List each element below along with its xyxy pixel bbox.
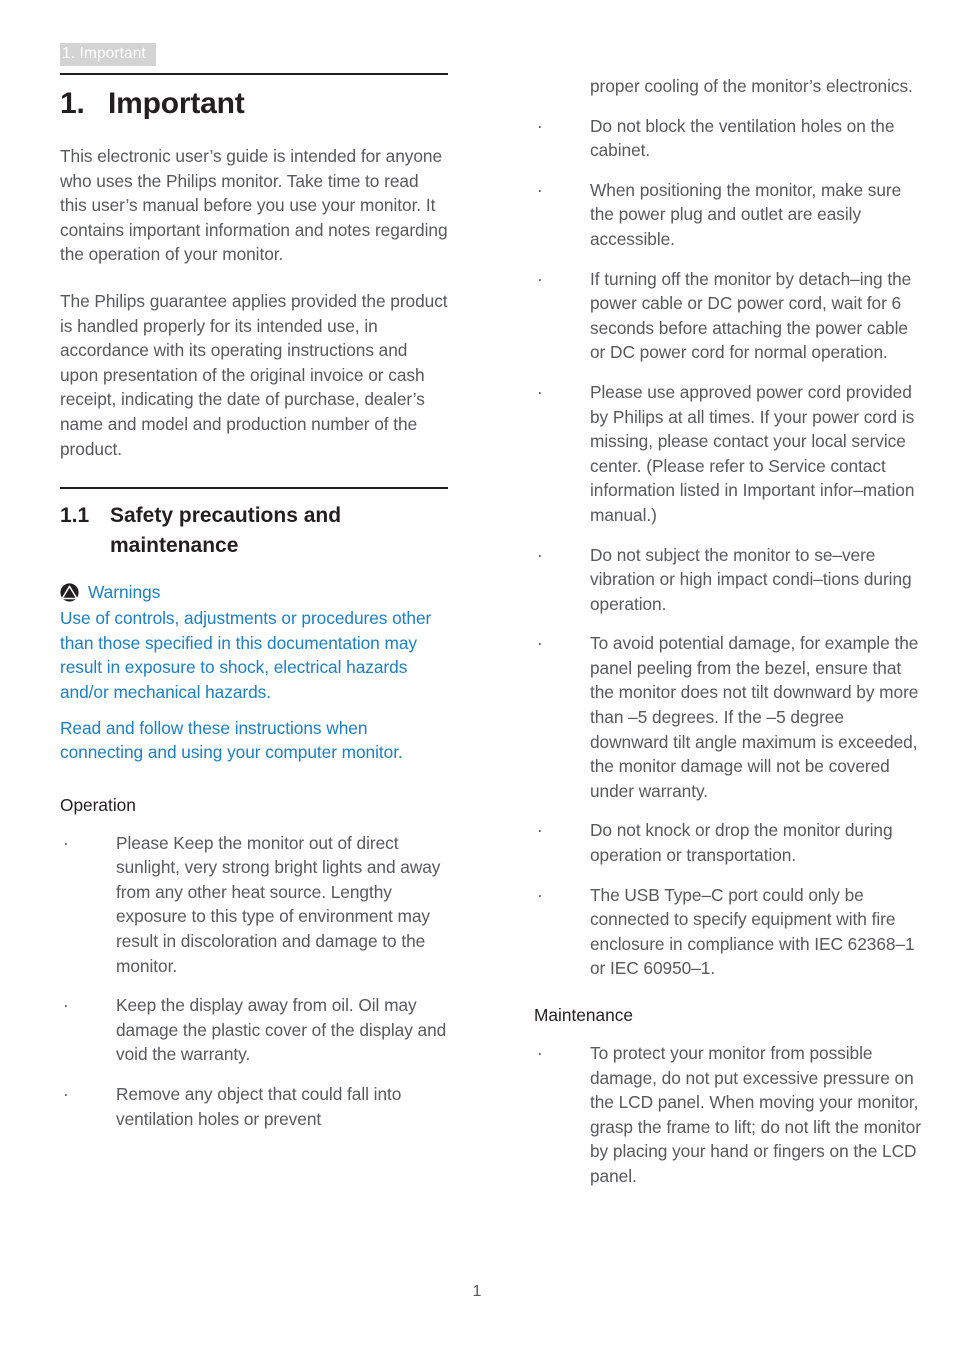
bullet-continuation-text: proper cooling of the monitor’s electron… (590, 76, 913, 96)
section-number: 1.1 (60, 504, 90, 528)
warning-label: Warnings (88, 582, 161, 603)
list-item-text: If turning off the monitor by detach–ing… (590, 268, 912, 363)
list-item: · Do not knock or drop the monitor durin… (534, 818, 922, 867)
list-item: · If turning off the monitor by detach–i… (534, 267, 922, 365)
warning-heading: Warnings (60, 581, 448, 603)
bullet-marker-icon: · (537, 884, 543, 905)
list-item-text: To avoid potential damage, for example t… (590, 633, 919, 801)
list-item: · Do not block the ventilation holes on … (534, 114, 922, 163)
list-item: · Do not subject the monitor to se–vere … (534, 543, 922, 617)
operation-bullet-list-continued: · Do not block the ventilation holes on … (534, 114, 922, 981)
bullet-marker-icon: · (537, 268, 543, 289)
bullet-marker-icon: · (537, 633, 543, 654)
operation-bullet-list: · Please Keep the monitor out of direct … (60, 831, 448, 1132)
bullet-marker-icon: · (63, 1084, 69, 1105)
list-item: · To avoid potential damage, for example… (534, 631, 922, 803)
page-title: 1. Important (60, 86, 448, 122)
list-item: · When positioning the monitor, make sur… (534, 178, 922, 252)
list-item-text: Do not subject the monitor to se–vere vi… (590, 544, 912, 614)
chapter-number: 1. (60, 87, 85, 120)
section-heading: 1.1 Safety precautions and maintenance (60, 501, 448, 561)
bullet-marker-icon: · (537, 1043, 543, 1063)
maintenance-bullet-list: · To protect your monitor from possible … (534, 1041, 922, 1189)
warning-triangle-icon (60, 583, 79, 602)
list-item: · To protect your monitor from possible … (534, 1041, 922, 1189)
bullet-marker-icon: · (537, 179, 543, 200)
warning-paragraph-1: Use of controls, adjustments or procedur… (60, 608, 432, 702)
right-column: proper cooling of the monitor’s electron… (534, 74, 922, 1189)
operation-heading: Operation (60, 794, 136, 815)
list-item-text: Please use approved power cord provided … (590, 381, 915, 525)
list-item: · Please use approved power cord provide… (534, 380, 922, 528)
chapter-title-text: Important (108, 87, 245, 120)
list-item: · Remove any object that could fall into… (60, 1082, 448, 1131)
list-item: · Please Keep the monitor out of direct … (60, 831, 448, 979)
left-column: 1. Important This electronic user’s guid… (60, 78, 448, 1131)
list-item-text: To protect your monitor from possible da… (590, 1043, 921, 1186)
list-item-text: Do not knock or drop the monitor during … (590, 820, 893, 866)
page-number: 1 (472, 1283, 482, 1300)
section-divider-rule (60, 487, 448, 490)
list-item-text: Keep the display away from oil. Oil may … (116, 995, 447, 1065)
header-divider-rule (60, 73, 448, 75)
running-header: 1. Important (60, 43, 156, 66)
maintenance-heading: Maintenance (534, 1005, 633, 1025)
warning-paragraph-2: Read and follow these instructions when … (60, 717, 403, 763)
bullet-marker-icon: · (537, 381, 543, 402)
list-item-text: Do not block the ventilation holes on th… (590, 115, 895, 161)
intro-paragraph-1: This electronic user’s guide is intended… (60, 146, 448, 265)
list-item-text: Remove any object that could fall into v… (116, 1084, 402, 1129)
section-title-text: Safety precautions and maintenance (110, 504, 342, 558)
bullet-marker-icon: · (63, 995, 69, 1016)
list-item: · Keep the display away from oil. Oil ma… (60, 993, 448, 1067)
list-item-text: When positioning the monitor, make sure … (590, 179, 902, 249)
bullet-marker-icon: · (537, 544, 543, 565)
intro-paragraph-2: The Philips guarantee applies provided t… (60, 290, 448, 459)
list-item: · The USB Type–C port could only be conn… (534, 883, 922, 981)
bullet-marker-icon: · (537, 820, 543, 841)
list-item-text: Please Keep the monitor out of direct su… (116, 832, 441, 976)
bullet-marker-icon: · (537, 115, 543, 136)
list-item-text: The USB Type–C port could only be connec… (590, 884, 915, 979)
bullet-marker-icon: · (63, 832, 69, 853)
